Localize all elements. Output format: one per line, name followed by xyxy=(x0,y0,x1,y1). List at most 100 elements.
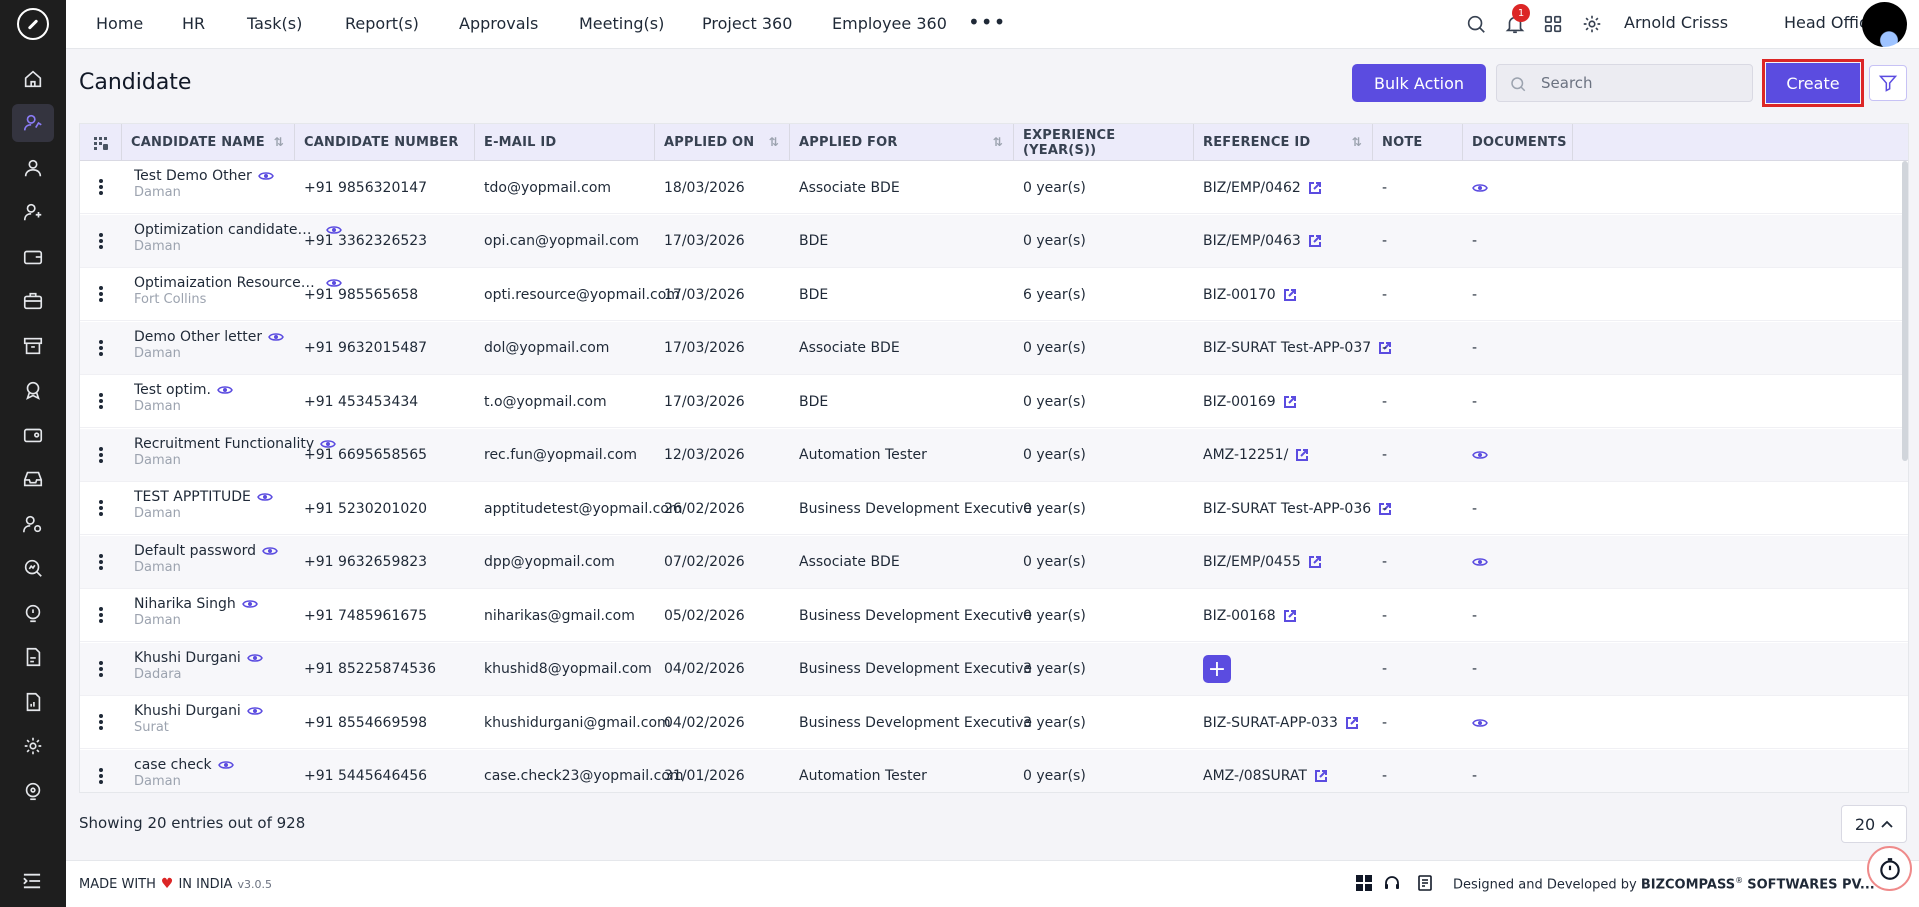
reference-id[interactable]: BIZ-00169 xyxy=(1203,394,1276,410)
home-icon[interactable] xyxy=(12,60,54,98)
view-eye-icon[interactable] xyxy=(246,652,263,664)
payment-icon[interactable] xyxy=(12,416,54,454)
sort-icon[interactable]: ⇅ xyxy=(1352,135,1362,149)
sidebar-toggle-icon[interactable] xyxy=(21,872,45,892)
reference-id[interactable]: BIZ-00168 xyxy=(1203,608,1276,624)
reference-id[interactable]: AMZ-12251/ xyxy=(1203,447,1288,463)
search-field[interactable] xyxy=(1496,64,1753,102)
user-settings-icon[interactable] xyxy=(12,505,54,543)
external-link-icon[interactable] xyxy=(1283,395,1297,409)
nav-hr[interactable]: HR xyxy=(182,14,205,33)
bulk-action-button[interactable]: Bulk Action xyxy=(1352,64,1486,102)
table-row[interactable]: Default password Daman +91 9632659823 dpp@y… xyxy=(80,535,1908,589)
add-user-icon[interactable] xyxy=(12,193,54,231)
view-eye-icon[interactable] xyxy=(262,545,278,557)
view-eye-icon[interactable] xyxy=(217,384,233,396)
search-input[interactable] xyxy=(1541,65,1741,101)
reference-id[interactable]: BIZ-00170 xyxy=(1203,287,1276,303)
row-actions-icon[interactable] xyxy=(94,604,108,626)
nav-more-icon[interactable]: ••• xyxy=(968,10,1006,34)
headset-icon[interactable] xyxy=(1383,874,1403,894)
external-link-icon[interactable] xyxy=(1345,716,1359,730)
view-eye-icon[interactable] xyxy=(257,491,273,503)
nav-home[interactable]: Home xyxy=(96,14,143,33)
gear-icon[interactable] xyxy=(1579,11,1605,37)
sort-icon[interactable]: ⇅ xyxy=(993,135,1003,149)
external-link-icon[interactable] xyxy=(1283,288,1297,302)
candidate-name[interactable]: Optimization candidatem... xyxy=(134,222,320,238)
wallet-icon[interactable] xyxy=(12,238,54,276)
table-row[interactable]: TEST APPTITUDE Daman +91 5230201020 apptitu… xyxy=(80,482,1908,535)
column-header-3[interactable]: APPLIED ON ⇅ xyxy=(655,124,790,161)
apps-grid-icon[interactable] xyxy=(1540,11,1566,37)
view-documents-icon[interactable] xyxy=(1472,556,1488,568)
candidate-icon[interactable] xyxy=(12,104,54,142)
view-documents-icon[interactable] xyxy=(1472,182,1488,194)
candidate-name[interactable]: Khushi Durgani xyxy=(134,703,241,719)
column-header-6[interactable]: REFERENCE ID ⇅ xyxy=(1194,124,1373,161)
reference-id[interactable]: BIZ/EMP/0463 xyxy=(1203,233,1301,249)
column-settings-icon[interactable] xyxy=(80,124,122,161)
candidate-name[interactable]: Demo Other letter xyxy=(134,329,262,345)
row-actions-icon[interactable] xyxy=(94,711,108,733)
report-icon[interactable] xyxy=(12,638,54,676)
filter-button[interactable] xyxy=(1869,65,1907,101)
nav-project-360[interactable]: Project 360 xyxy=(702,14,792,33)
candidate-name[interactable]: Test optim. xyxy=(134,382,211,398)
view-eye-icon[interactable] xyxy=(217,759,234,771)
table-scrollbar[interactable] xyxy=(1902,161,1908,461)
reference-id[interactable]: AMZ-/08SURAT xyxy=(1203,768,1307,784)
table-row[interactable]: Optimaization ResourceR... Fort Collins +9… xyxy=(80,268,1908,321)
candidate-name[interactable]: Optimaization ResourceR... xyxy=(134,275,320,291)
support-icon[interactable] xyxy=(12,594,54,632)
sort-icon[interactable]: ⇅ xyxy=(769,135,779,149)
row-actions-icon[interactable] xyxy=(94,337,108,359)
table-row[interactable]: Demo Other letter Daman +91 9632015487 dol@… xyxy=(80,321,1908,375)
timer-icon[interactable] xyxy=(1867,846,1912,891)
document-chart-icon[interactable] xyxy=(12,683,54,721)
row-actions-icon[interactable] xyxy=(94,230,108,252)
external-link-icon[interactable] xyxy=(1314,769,1328,783)
row-actions-icon[interactable] xyxy=(94,551,108,573)
reference-id[interactable]: BIZ/EMP/0462 xyxy=(1203,180,1301,196)
view-eye-icon[interactable] xyxy=(257,170,274,182)
briefcase-icon[interactable] xyxy=(12,282,54,320)
archive-icon[interactable] xyxy=(12,327,54,365)
checklist-icon[interactable] xyxy=(1417,874,1437,894)
nav-approvals[interactable]: Approvals xyxy=(459,14,538,33)
nav-tasks[interactable]: Task(s) xyxy=(247,14,302,33)
external-link-icon[interactable] xyxy=(1283,609,1297,623)
add-reference-button[interactable]: + xyxy=(1203,655,1231,683)
candidate-name[interactable]: Default password xyxy=(134,543,256,559)
user-name[interactable]: Arnold Crisss xyxy=(1624,13,1728,32)
external-link-icon[interactable] xyxy=(1308,555,1322,569)
external-link-icon[interactable] xyxy=(1308,234,1322,248)
nav-reports[interactable]: Report(s) xyxy=(345,14,419,33)
view-documents-icon[interactable] xyxy=(1472,717,1488,729)
analytics-icon[interactable] xyxy=(12,549,54,587)
inbox-icon[interactable] xyxy=(12,460,54,498)
view-documents-icon[interactable] xyxy=(1472,449,1488,461)
table-row[interactable]: Optimization candidatem... Daman +91 33623… xyxy=(80,214,1908,268)
row-actions-icon[interactable] xyxy=(94,658,108,680)
nav-meetings[interactable]: Meeting(s) xyxy=(579,14,664,33)
view-eye-icon[interactable] xyxy=(268,331,284,343)
view-eye-icon[interactable] xyxy=(241,598,258,610)
row-actions-icon[interactable] xyxy=(94,283,108,305)
candidate-name[interactable]: case check xyxy=(134,757,212,773)
row-actions-icon[interactable] xyxy=(94,176,108,198)
candidate-name[interactable]: Recruitment Functionality xyxy=(134,436,314,452)
sort-icon[interactable]: ⇅ xyxy=(274,135,284,149)
candidate-name[interactable]: Niharika Singh xyxy=(134,596,236,612)
external-link-icon[interactable] xyxy=(1295,448,1309,462)
column-header-0[interactable]: CANDIDATE NAME ⇅ xyxy=(122,124,295,161)
table-row[interactable]: Khushi Durgani Surat +91 8554669598 khushid… xyxy=(80,696,1908,749)
app-logo-icon[interactable] xyxy=(17,8,49,40)
avatar[interactable] xyxy=(1862,2,1907,47)
table-row[interactable]: Recruitment Functionality Daman +91 669565… xyxy=(80,428,1908,482)
create-button[interactable]: Create xyxy=(1766,63,1860,103)
windows-icon[interactable] xyxy=(1355,874,1375,894)
search-icon[interactable] xyxy=(1463,11,1489,37)
reference-id[interactable]: BIZ/EMP/0455 xyxy=(1203,554,1301,570)
reference-id[interactable]: BIZ-SURAT Test-APP-037 xyxy=(1203,340,1371,356)
